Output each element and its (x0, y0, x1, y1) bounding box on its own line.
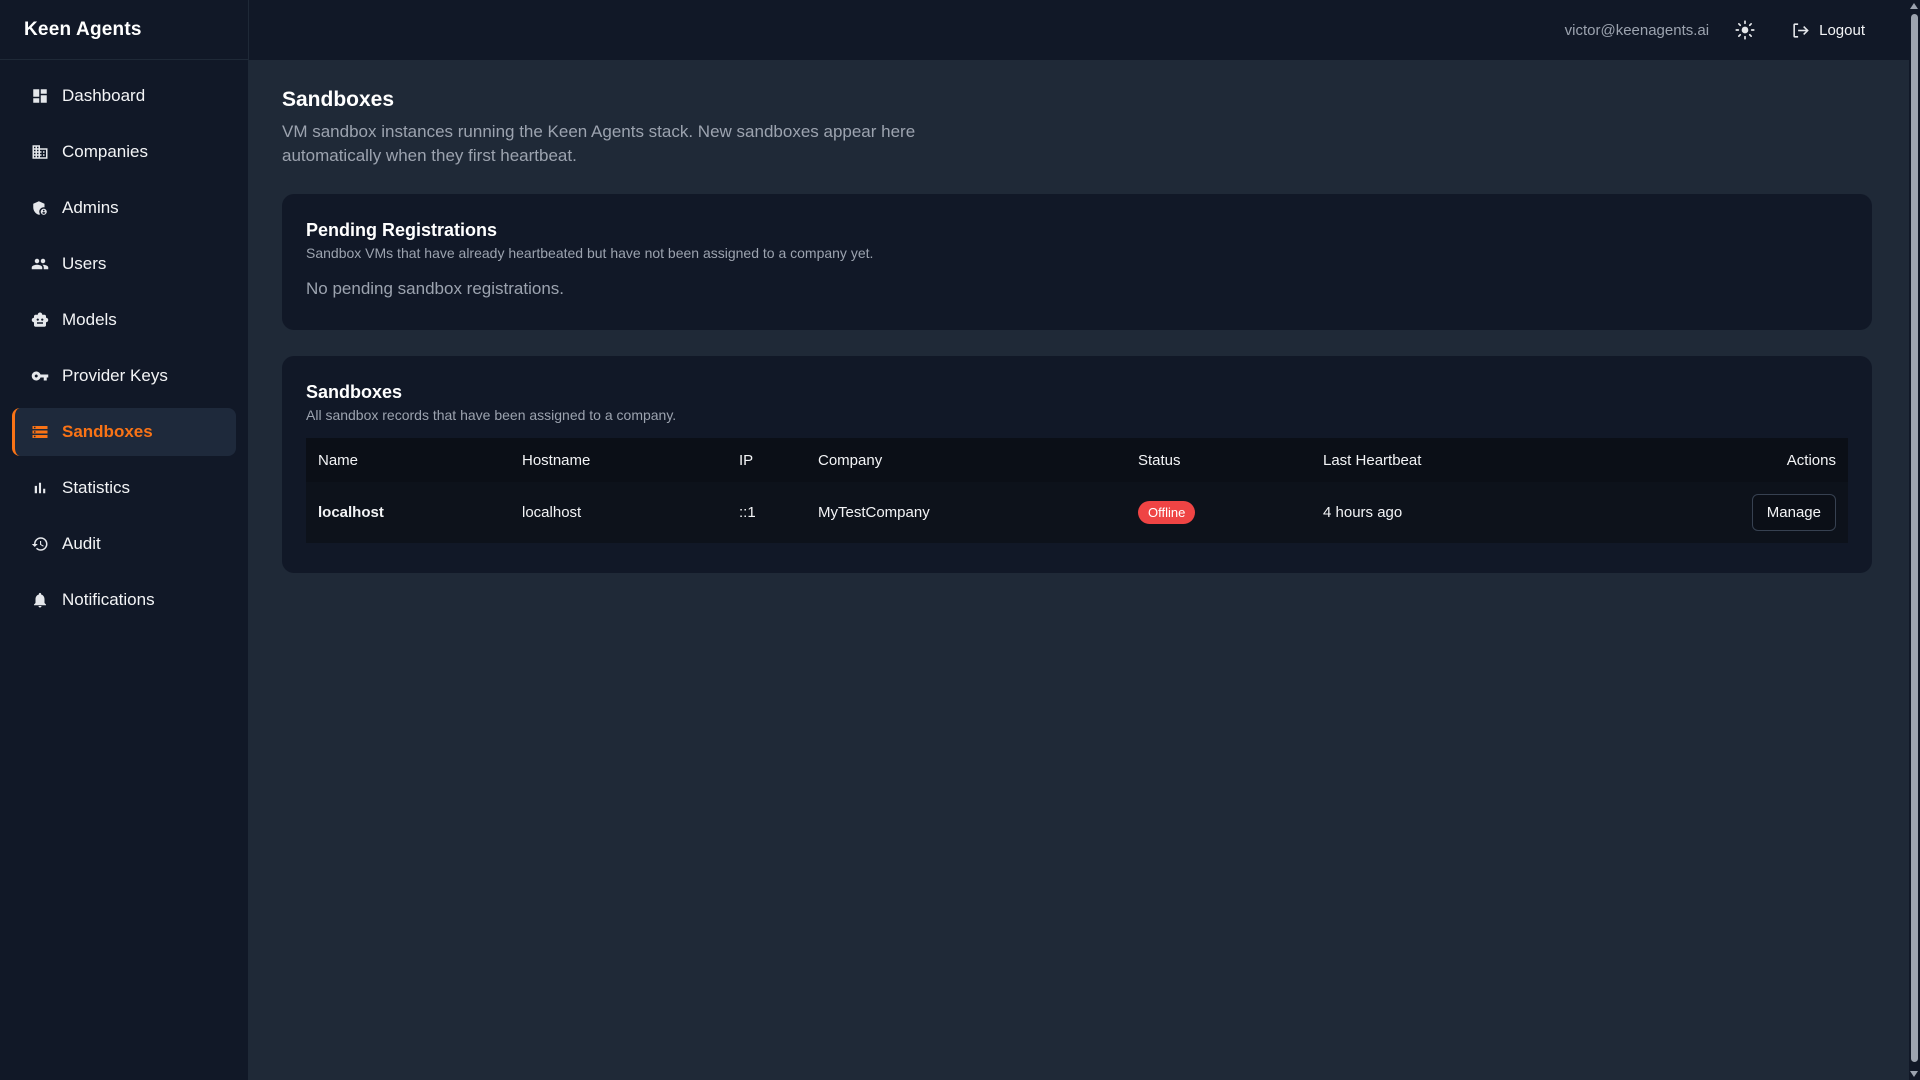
sidebar-item-label: Companies (62, 142, 148, 161)
sidebar-item-admins[interactable]: Admins (12, 184, 236, 232)
logout-label: Logout (1819, 21, 1865, 39)
sidebar-item-statistics[interactable]: Statistics (12, 464, 236, 512)
sidebar-item-label: Models (62, 310, 117, 329)
sidebar-item-label: Dashboard (62, 86, 146, 105)
sidebar-item-notifications[interactable]: Notifications (12, 576, 236, 624)
sidebar-item-companies[interactable]: Companies (12, 128, 236, 176)
dashboard-icon (31, 87, 49, 105)
key-icon (31, 367, 49, 385)
admin-shield-icon (31, 199, 49, 217)
sandbox-company-link[interactable]: MyTestCompany (806, 482, 1126, 543)
sidebar-item-audit[interactable]: Audit (12, 520, 236, 568)
sidebar-item-label: Audit (62, 534, 101, 553)
sidebar: Keen Agents Dashboard Companies Admins U… (0, 0, 249, 1080)
bar-chart-icon (31, 479, 49, 497)
sidebar-item-provider-keys[interactable]: Provider Keys (12, 352, 236, 400)
column-header-status: Status (1138, 451, 1181, 469)
app-root: Keen Agents Dashboard Companies Admins U… (0, 0, 1920, 1080)
pending-registrations-card: Pending Registrations Sandbox VMs that h… (282, 194, 1872, 330)
column-header-ip: IP (739, 451, 754, 469)
sidebar-item-label: Users (62, 254, 107, 273)
pending-registrations-subtitle: Sandbox VMs that have already heartbeate… (306, 245, 874, 261)
app-brand[interactable]: Keen Agents (0, 0, 248, 60)
sidebar-item-label: Admins (62, 198, 119, 217)
pending-empty-message: No pending sandbox registrations. (306, 279, 564, 298)
scroll-down-icon[interactable] (1910, 1071, 1918, 1077)
main-content: Sandboxes VM sandbox instances running t… (282, 60, 1872, 573)
sandboxes-title: Sandboxes (306, 382, 403, 402)
scroll-up-icon[interactable] (1910, 3, 1918, 9)
manage-button[interactable]: Manage (1751, 494, 1836, 531)
sidebar-item-models[interactable]: Models (12, 296, 236, 344)
status-badge: Offline (1138, 501, 1196, 524)
server-icon (31, 423, 49, 441)
page-title: Sandboxes (282, 88, 395, 111)
column-header-actions: Actions (1786, 451, 1836, 469)
sidebar-item-label: Statistics (62, 478, 131, 497)
column-header-company: Company (818, 451, 883, 469)
sandbox-hostname: localhost (522, 504, 582, 521)
sidebar-item-sandboxes[interactable]: Sandboxes (12, 408, 236, 456)
sidebar-item-label: Notifications (62, 590, 155, 609)
sandbox-status-cell: Offline (1126, 482, 1311, 543)
building-icon (31, 143, 49, 161)
logout-icon (1793, 22, 1809, 38)
sidebar-nav: Dashboard Companies Admins Users Models … (0, 60, 248, 624)
sun-icon (1735, 20, 1755, 40)
sidebar-item-dashboard[interactable]: Dashboard (12, 72, 236, 120)
column-header-name: Name (318, 451, 359, 469)
pending-registrations-title: Pending Registrations (306, 220, 498, 240)
theme-toggle-button[interactable] (1733, 18, 1757, 42)
top-bar: victor@keenagents.ai Logout (249, 0, 1909, 60)
column-header-last-heartbeat: Last Heartbeat (1323, 451, 1422, 469)
bell-icon (31, 591, 49, 609)
page-scrollbar[interactable] (1909, 0, 1920, 1080)
sidebar-item-users[interactable]: Users (12, 240, 236, 288)
sidebar-item-label: Provider Keys (62, 366, 168, 385)
page-description: VM sandbox instances running the Keen Ag… (282, 122, 916, 165)
sandbox-last-heartbeat: 4 hours ago (1323, 504, 1403, 521)
scroll-thumb[interactable] (1911, 14, 1918, 1062)
sidebar-item-label: Sandboxes (62, 422, 153, 441)
sandbox-actions-cell: Manage (1582, 482, 1848, 543)
column-header-hostname: Hostname (522, 451, 591, 469)
table-row: localhost localhost ::1 MyTestCompany Of… (306, 482, 1848, 543)
table-header-row: Name Hostname IP Company Status Last Hea… (306, 438, 1848, 482)
history-icon (31, 535, 49, 553)
sandbox-ip: ::1 (739, 504, 756, 521)
sandboxes-subtitle: All sandbox records that have been assig… (306, 407, 677, 423)
sandboxes-table: Name Hostname IP Company Status Last Hea… (306, 438, 1848, 543)
sandboxes-card: Sandboxes All sandbox records that have … (282, 356, 1872, 573)
robot-icon (31, 311, 49, 329)
logout-button[interactable]: Logout (1791, 21, 1865, 40)
user-email: victor@keenagents.ai (1564, 21, 1710, 39)
sandbox-name: localhost (318, 504, 384, 521)
users-icon (31, 255, 49, 273)
